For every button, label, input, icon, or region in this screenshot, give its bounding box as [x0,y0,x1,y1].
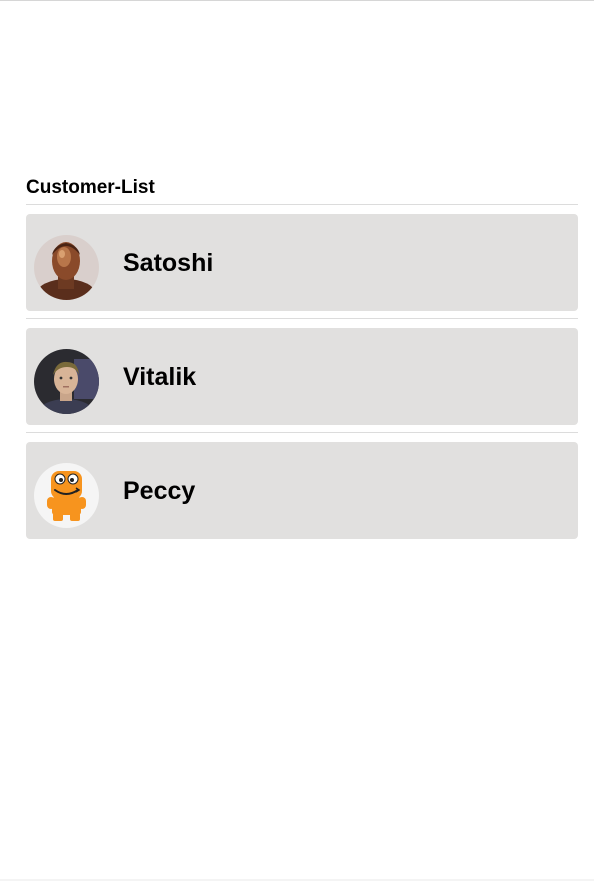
row-divider [26,432,578,433]
customer-card-peccy[interactable]: Peccy [26,442,578,539]
customer-name: Peccy [123,477,196,505]
orange-mascot-avatar [34,463,99,528]
list-title: Customer-List [26,177,155,198]
title-divider [26,204,578,205]
customer-card-satoshi[interactable]: Satoshi [26,214,578,311]
row-divider [26,318,578,319]
person-photo-avatar [34,349,99,414]
top-border [0,0,594,1]
bronze-bust-avatar [34,235,99,300]
customer-name: Satoshi [123,249,214,277]
customer-name: Vitalik [123,363,197,391]
customer-card-vitalik[interactable]: Vitalik [26,328,578,425]
